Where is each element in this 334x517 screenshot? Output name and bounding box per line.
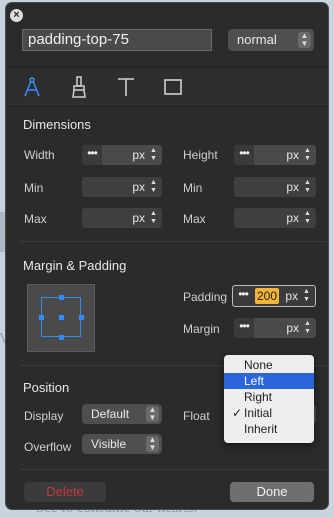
min-width-field[interactable]: px ▲ ▼ <box>82 177 162 197</box>
min-height-stepper-icon[interactable]: ▲ ▼ <box>302 179 313 195</box>
min-height-label: Min <box>183 181 203 195</box>
done-button[interactable]: Done <box>230 482 314 502</box>
max-height-unit: px <box>286 211 299 225</box>
overflow-select[interactable]: Visible ▲ ▼ <box>82 434 162 454</box>
width-unit-menu-icon[interactable]: ••• <box>82 145 102 165</box>
max-width-unit: px <box>132 211 145 225</box>
min-width-stepper-icon[interactable]: ▲ ▼ <box>148 179 159 195</box>
max-height-stepper-icon[interactable]: ▲ ▼ <box>302 210 313 226</box>
margin-field[interactable]: ••• px ▲ ▼ <box>234 318 316 338</box>
width-label: Width <box>24 148 55 162</box>
divider <box>20 241 326 242</box>
float-option-left[interactable]: Left <box>224 373 314 389</box>
float-label: Float <box>183 409 210 423</box>
right-padding-handle[interactable] <box>79 315 84 320</box>
bottom-padding-handle[interactable] <box>59 335 64 340</box>
delete-button[interactable]: Delete <box>24 482 106 502</box>
min-height-field[interactable]: px ▲ ▼ <box>234 177 316 197</box>
width-field[interactable]: ••• px ▲ ▼ <box>82 145 162 165</box>
max-height-field[interactable]: px ▲ ▼ <box>234 208 316 228</box>
state-select[interactable]: normal ▲ ▼ <box>228 29 314 51</box>
style-tool-icon[interactable] <box>20 75 44 99</box>
height-stepper-icon[interactable]: ▲ ▼ <box>302 147 313 163</box>
left-padding-handle[interactable] <box>39 315 44 320</box>
checkmark-icon: ✓ <box>232 406 243 420</box>
margin-unit-menu-icon[interactable]: ••• <box>234 318 254 338</box>
width-stepper-icon[interactable]: ▲ ▼ <box>148 147 159 163</box>
chevron-updown-icon: ▲▼ <box>146 436 159 452</box>
top-padding-handle[interactable] <box>59 295 64 300</box>
padding-value[interactable]: 200 <box>255 288 280 304</box>
box-tool-icon[interactable] <box>161 75 185 99</box>
float-option-initial-label: Initial <box>244 406 273 420</box>
width-unit: px <box>132 148 145 162</box>
chevron-updown-icon: ▲▼ <box>146 406 159 422</box>
max-width-label: Max <box>24 212 47 226</box>
state-select-value: normal <box>237 32 277 47</box>
center-handle[interactable] <box>59 315 64 320</box>
height-label: Height <box>183 148 218 162</box>
divider <box>20 469 326 470</box>
float-option-right[interactable]: Right <box>224 389 314 405</box>
margin-unit: px <box>286 321 299 335</box>
padding-unit-menu-icon[interactable]: ••• <box>233 286 253 306</box>
display-select[interactable]: Default ▲ ▼ <box>82 404 162 424</box>
float-option-initial[interactable]: ✓ Initial <box>224 405 314 421</box>
height-field[interactable]: ••• px ▲ ▼ <box>234 145 316 165</box>
display-label: Display <box>24 409 64 423</box>
padding-field[interactable]: ••• 200 px ▲ ▼ <box>232 285 316 307</box>
float-option-inherit[interactable]: Inherit <box>224 421 314 437</box>
min-width-label: Min <box>24 181 44 195</box>
height-unit: px <box>286 148 299 162</box>
padding-label: Padding <box>183 290 228 304</box>
max-height-label: Max <box>183 212 206 226</box>
chevron-updown-icon: ▲▼ <box>298 32 311 48</box>
element-name-field[interactable]: padding-top-75 <box>22 29 212 51</box>
max-width-field[interactable]: px ▲ ▼ <box>82 208 162 228</box>
margin-stepper-icon[interactable]: ▲ ▼ <box>302 320 313 336</box>
style-inspector-panel: × padding-top-75 normal ▲ ▼ Dimensions Wi… <box>5 2 329 510</box>
margin-padding-title: Margin & Padding <box>23 258 127 273</box>
display-select-value: Default <box>91 407 130 421</box>
min-width-unit: px <box>132 180 145 194</box>
tool-tabs <box>6 67 328 107</box>
dimensions-title: Dimensions <box>23 117 91 132</box>
margin-label: Margin <box>183 322 220 336</box>
height-unit-menu-icon[interactable]: ••• <box>234 145 254 165</box>
float-option-none[interactable]: None <box>224 357 314 373</box>
padding-unit: px <box>285 289 298 303</box>
close-icon[interactable]: × <box>10 9 23 22</box>
padding-stepper-icon[interactable]: ▲ ▼ <box>301 288 312 304</box>
text-tool-icon[interactable] <box>114 75 138 99</box>
float-dropdown-menu: None Left Right ✓ Initial Inherit <box>224 355 314 443</box>
overflow-label: Overflow <box>24 440 72 454</box>
position-title: Position <box>23 380 70 395</box>
box-model-editor[interactable] <box>27 284 95 352</box>
max-width-stepper-icon[interactable]: ▲ ▼ <box>148 210 159 226</box>
brush-tool-icon[interactable] <box>67 75 91 99</box>
min-height-unit: px <box>286 180 299 194</box>
overflow-select-value: Visible <box>91 437 127 451</box>
